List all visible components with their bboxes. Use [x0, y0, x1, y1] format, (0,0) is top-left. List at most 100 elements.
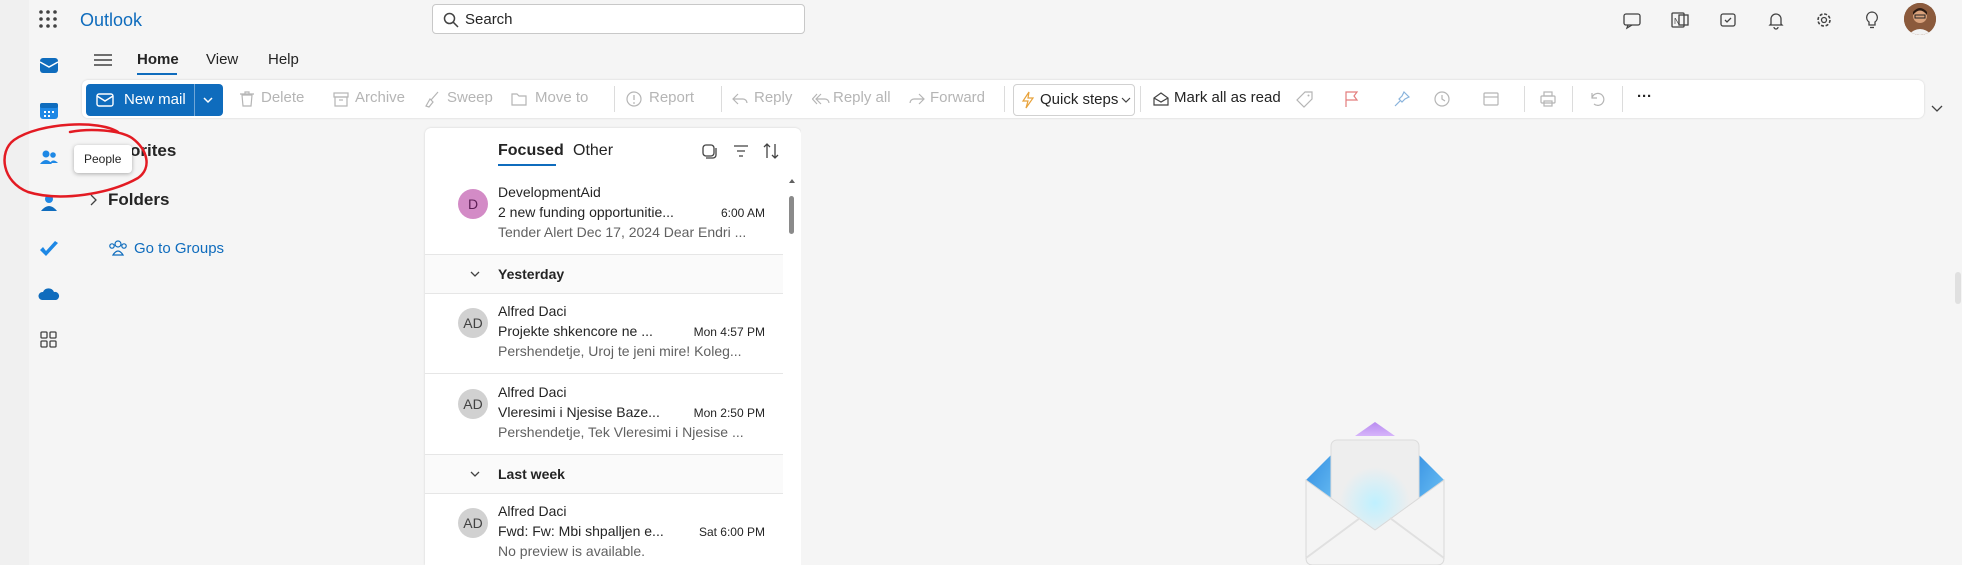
- message-subject: 2 new funding opportunitie...: [498, 204, 674, 220]
- report-icon[interactable]: [625, 90, 643, 108]
- archive-icon[interactable]: [332, 90, 350, 108]
- tab-home[interactable]: Home: [137, 51, 179, 68]
- svg-text:N: N: [1674, 17, 1680, 26]
- app-title[interactable]: Outlook: [80, 10, 142, 31]
- apps-icon[interactable]: [38, 329, 60, 351]
- list-item[interactable]: AD Alfred Daci Projekte shkencore ne ...…: [425, 294, 783, 374]
- teams-chat-icon[interactable]: [1622, 10, 1642, 30]
- reply-all-icon[interactable]: [812, 90, 830, 108]
- tab-other[interactable]: Other: [573, 142, 613, 160]
- message-sender: Alfred Daci: [498, 503, 567, 519]
- todo-icon[interactable]: [38, 238, 60, 260]
- app-launcher-icon[interactable]: [38, 9, 58, 29]
- new-mail-divider: [194, 84, 195, 116]
- reply-icon[interactable]: [731, 90, 749, 108]
- ribbon-divider: [1004, 86, 1005, 112]
- message-preview: Pershendetje, Uroj te jeni mire! Koleg..…: [498, 343, 742, 359]
- bell-icon[interactable]: [1766, 10, 1786, 30]
- report-button[interactable]: Report: [649, 89, 694, 106]
- rules-icon[interactable]: [1482, 90, 1500, 108]
- snooze-icon[interactable]: [1433, 90, 1451, 108]
- chevron-down-icon[interactable]: [1930, 103, 1944, 113]
- tab-focused-indicator: [498, 164, 556, 166]
- mark-read-icon[interactable]: [1152, 90, 1170, 108]
- reply-all-button[interactable]: Reply all: [833, 89, 891, 106]
- avatar: AD: [458, 508, 488, 538]
- list-item[interactable]: AD Alfred Daci Vleresimi i Njesise Baze.…: [425, 375, 783, 455]
- window-edge: [0, 0, 29, 565]
- message-time: Mon 4:57 PM: [693, 325, 765, 339]
- sweep-icon[interactable]: [423, 90, 441, 108]
- undo-icon[interactable]: [1588, 90, 1606, 108]
- filter-icon[interactable]: [732, 142, 750, 160]
- quick-steps-label: Quick steps: [1040, 91, 1119, 108]
- pin-icon[interactable]: [1393, 90, 1411, 108]
- forward-icon[interactable]: [908, 90, 926, 108]
- lightbulb-icon[interactable]: [1862, 10, 1882, 30]
- message-preview: Tender Alert Dec 17, 2024 Dear Endri ...: [498, 224, 747, 240]
- message-time: 6:00 AM: [720, 206, 765, 220]
- group-label: Last week: [498, 466, 565, 482]
- scroll-up-icon[interactable]: [789, 178, 795, 184]
- ribbon-divider: [1140, 86, 1141, 112]
- scrollbar-thumb[interactable]: [789, 196, 794, 234]
- group-header-last-week[interactable]: Last week: [425, 455, 783, 494]
- tab-help[interactable]: Help: [268, 51, 299, 68]
- new-mail-button[interactable]: New mail: [86, 84, 223, 116]
- new-mail-label: New mail: [124, 91, 186, 108]
- forward-button[interactable]: Forward: [930, 89, 985, 106]
- user-avatar[interactable]: [1904, 3, 1936, 35]
- chevron-down-icon: [470, 271, 480, 277]
- onenote-icon[interactable]: N: [1670, 10, 1690, 30]
- chevron-down-icon: [470, 471, 480, 477]
- archive-button[interactable]: Archive: [355, 89, 405, 106]
- calendar-icon[interactable]: [38, 100, 60, 122]
- chevron-down-icon[interactable]: [1121, 96, 1131, 104]
- reply-button[interactable]: Reply: [754, 89, 792, 106]
- search-input[interactable]: Search: [465, 11, 513, 28]
- message-sender: Alfred Daci: [498, 303, 567, 319]
- avatar: D: [458, 189, 488, 219]
- chevron-down-icon[interactable]: [202, 95, 214, 105]
- avatar: AD: [458, 389, 488, 419]
- scrollbar-thumb[interactable]: [1955, 272, 1961, 304]
- message-subject: Projekte shkencore ne ...: [498, 323, 653, 339]
- search-icon: [443, 12, 459, 28]
- message-list: Focused Other D DevelopmentAid 2 new fun…: [425, 128, 801, 565]
- move-to-icon[interactable]: [510, 90, 528, 108]
- sweep-button[interactable]: Sweep: [447, 89, 493, 106]
- tab-view[interactable]: View: [206, 51, 238, 68]
- ribbon-divider: [721, 86, 722, 112]
- more-options-button[interactable]: ···: [1637, 88, 1652, 105]
- ribbon-divider: [1622, 86, 1623, 112]
- select-icon[interactable]: [700, 142, 718, 160]
- group-header-yesterday[interactable]: Yesterday: [425, 255, 783, 294]
- delete-button[interactable]: Delete: [261, 89, 304, 106]
- avatar: AD: [458, 308, 488, 338]
- ribbon-divider: [1524, 86, 1525, 112]
- list-item[interactable]: D DevelopmentAid 2 new funding opportuni…: [425, 175, 783, 255]
- ribbon-divider: [614, 86, 615, 112]
- print-icon[interactable]: [1539, 90, 1557, 108]
- message-sender: DevelopmentAid: [498, 184, 601, 200]
- message-time: Sat 6:00 PM: [698, 525, 765, 539]
- onedrive-icon[interactable]: [38, 284, 60, 306]
- move-to-button[interactable]: Move to: [535, 89, 588, 106]
- sort-icon[interactable]: [762, 142, 780, 160]
- gear-icon[interactable]: [1814, 10, 1834, 30]
- go-to-groups-link[interactable]: Go to Groups: [134, 240, 224, 257]
- delete-icon[interactable]: [238, 90, 256, 108]
- list-item[interactable]: AD Alfred Daci Fwd: Fw: Mbi shpalljen e.…: [425, 494, 783, 565]
- envelope-icon: [96, 93, 114, 107]
- mark-all-read-button[interactable]: Mark all as read: [1174, 89, 1281, 106]
- task-icon[interactable]: [1718, 10, 1738, 30]
- flag-icon[interactable]: [1343, 90, 1361, 108]
- mail-icon[interactable]: [38, 54, 60, 76]
- quick-steps-button[interactable]: Quick steps: [1013, 84, 1135, 116]
- message-preview: No preview is available.: [498, 543, 646, 559]
- ribbon-divider: [1572, 86, 1573, 112]
- tag-icon[interactable]: [1296, 90, 1314, 108]
- tab-focused[interactable]: Focused: [498, 142, 564, 160]
- search-box[interactable]: Search: [432, 4, 805, 34]
- hamburger-icon[interactable]: [94, 52, 112, 68]
